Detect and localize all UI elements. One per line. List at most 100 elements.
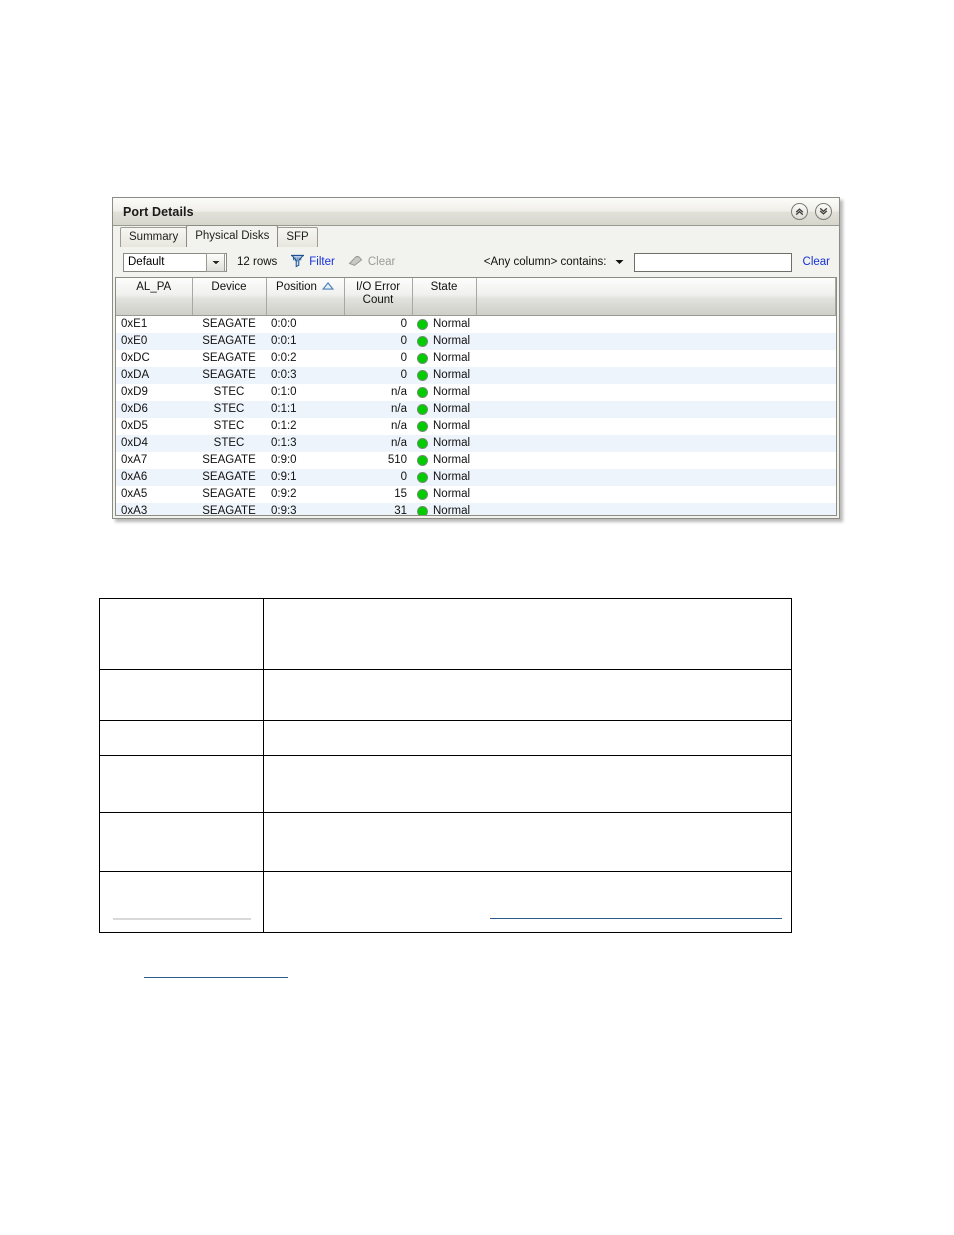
table-row[interactable]: 0xA7 SEAGATE 0:9:0 510 Normal <box>116 452 836 469</box>
table-row[interactable]: 0xA5 SEAGATE 0:9:2 15 Normal <box>116 486 836 503</box>
status-badge: Normal <box>433 420 471 432</box>
status-badge: Normal <box>433 335 471 347</box>
view-select-value: Default <box>128 256 165 268</box>
cell-state: Normal <box>412 418 476 435</box>
footer-link-underline[interactable] <box>144 977 288 978</box>
contains-column-dropdown[interactable] <box>615 259 624 265</box>
row-count-label: 12 rows <box>237 256 278 268</box>
description-label-cell <box>99 598 264 670</box>
table-row[interactable]: 0xD6 STEC 0:1:1 n/a Normal <box>116 401 836 418</box>
cell-device: SEAGATE <box>192 469 266 486</box>
filter-button[interactable]: Filter <box>290 254 335 271</box>
cell-state: Normal <box>412 486 476 503</box>
table-row[interactable]: 0xDC SEAGATE 0:0:2 0 Normal <box>116 350 836 367</box>
cell-io-error-count: 0 <box>344 469 412 486</box>
cell-position: 0:1:2 <box>271 420 297 432</box>
cell-state: Normal <box>412 367 476 384</box>
cell-filler <box>476 384 836 401</box>
column-header-position[interactable]: Position <box>266 278 345 316</box>
status-dot-icon <box>417 438 428 449</box>
description-link-underline[interactable] <box>490 918 782 919</box>
status-dot-icon <box>417 421 428 432</box>
cell-filler <box>476 401 836 418</box>
description-value-cell <box>263 755 792 813</box>
table-row[interactable]: 0xE1 SEAGATE 0:0:0 0 Normal <box>116 316 836 334</box>
clear-filter-label: Clear <box>367 256 396 268</box>
description-label-cell <box>99 755 264 813</box>
table-row[interactable]: 0xE0 SEAGATE 0:0:1 0 Normal <box>116 333 836 350</box>
table-row[interactable]: 0xD5 STEC 0:1:2 n/a Normal <box>116 418 836 435</box>
status-badge: Normal <box>433 386 471 398</box>
cell-state: Normal <box>412 503 476 515</box>
cell-filler <box>476 418 836 435</box>
cell-device: SEAGATE <box>202 454 256 466</box>
tab-summary[interactable]: Summary <box>120 227 188 247</box>
expand-all-button[interactable] <box>815 203 832 220</box>
cell-state: Normal <box>412 435 476 452</box>
cell-al-pa: 0xA7 <box>121 454 148 466</box>
cell-state: Normal <box>412 452 476 469</box>
description-value-cell <box>263 720 792 756</box>
cell-al-pa: 0xD4 <box>116 435 192 452</box>
cell-filler <box>476 469 836 486</box>
status-dot-icon <box>417 506 428 515</box>
status-badge: Normal <box>433 318 471 330</box>
grid-header-row: AL_PA Device Position I/O Error Count St… <box>116 278 836 316</box>
cell-position: 0:9:0 <box>271 454 297 466</box>
cell-position: 0:1:1 <box>266 401 344 418</box>
cell-al-pa: 0xD9 <box>121 386 148 398</box>
tab-sfp[interactable]: SFP <box>277 227 318 247</box>
description-table-body <box>99 598 792 933</box>
search-input[interactable] <box>633 252 792 272</box>
cell-al-pa: 0xD6 <box>116 401 192 418</box>
port-details-panel: Port Details Summary Physical Disks SFP … <box>112 197 840 519</box>
table-row[interactable]: 0xA3 SEAGATE 0:9:3 31 Normal <box>116 503 836 515</box>
status-dot-icon <box>417 489 428 500</box>
description-label-cell <box>99 720 264 756</box>
cell-al-pa: 0xA3 <box>116 503 192 515</box>
filter-button-label: Filter <box>309 256 335 268</box>
description-label-cell <box>99 871 264 933</box>
cell-al-pa: 0xDC <box>121 352 150 364</box>
cell-al-pa: 0xE1 <box>121 318 148 330</box>
cell-state: Normal <box>412 316 476 334</box>
clear-search-link[interactable]: Clear <box>803 256 830 268</box>
column-header-state[interactable]: State <box>412 278 477 316</box>
cell-position: 0:1:0 <box>271 386 297 398</box>
column-header-device[interactable]: Device <box>192 278 267 316</box>
description-value-cell <box>263 812 792 872</box>
view-select[interactable]: Default <box>123 252 227 272</box>
cell-io-error-count: n/a <box>344 401 412 418</box>
description-table <box>99 598 792 933</box>
status-dot-icon <box>417 353 428 364</box>
column-header-io-error-count[interactable]: I/O Error Count <box>344 278 413 316</box>
table-row[interactable]: 0xDA SEAGATE 0:0:3 0 Normal <box>116 367 836 384</box>
cell-device: STEC <box>213 386 245 398</box>
cell-io-error-count: 510 <box>387 454 407 466</box>
cell-position: 0:0:2 <box>271 352 297 364</box>
table-row <box>99 720 792 756</box>
table-row[interactable]: 0xD9 STEC 0:1:0 n/a Normal <box>116 384 836 401</box>
cell-position: 0:9:1 <box>266 469 344 486</box>
cell-io-error-count: n/a <box>391 420 407 432</box>
cell-device: SEAGATE <box>192 367 266 384</box>
cell-filler <box>476 316 836 334</box>
cell-al-pa: 0xA6 <box>116 469 192 486</box>
table-row[interactable]: 0xA6 SEAGATE 0:9:1 0 Normal <box>116 469 836 486</box>
contains-label: <Any column> contains: <box>483 256 607 268</box>
table-row <box>99 669 792 721</box>
status-dot-icon <box>417 336 428 347</box>
cell-state: Normal <box>412 469 476 486</box>
table-row[interactable]: 0xD4 STEC 0:1:3 n/a Normal <box>116 435 836 452</box>
page-title: Port Details <box>123 204 194 219</box>
cell-filler <box>476 333 836 350</box>
column-header-al-pa[interactable]: AL_PA <box>116 278 193 316</box>
cell-device: SEAGATE <box>202 352 256 364</box>
collapse-all-button[interactable] <box>791 203 808 220</box>
tab-physical-disks[interactable]: Physical Disks <box>186 225 279 247</box>
cell-io-error-count: 31 <box>344 503 412 515</box>
cell-filler <box>476 486 836 503</box>
description-label-cell <box>99 669 264 721</box>
cell-io-error-count: n/a <box>344 435 412 452</box>
cell-io-error-count: 0 <box>400 318 407 330</box>
